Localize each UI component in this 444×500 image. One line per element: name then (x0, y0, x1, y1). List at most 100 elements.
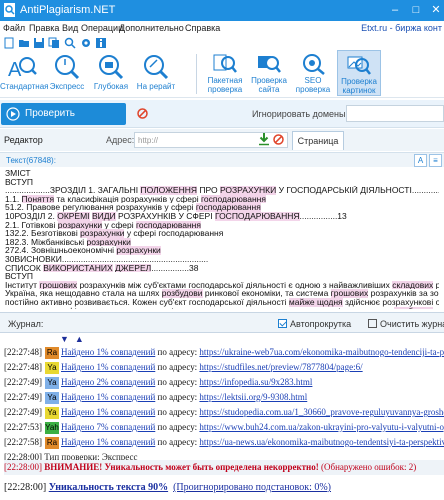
info-icon[interactable] (95, 37, 107, 49)
match-percent-link[interactable]: Найдено 1% совпадений (61, 392, 155, 402)
source-url-link[interactable]: https://lektsii.org/9-9308.html (199, 392, 307, 402)
uniqueness-result-link[interactable]: Уникальность текста 90% (49, 482, 168, 493)
tab-page[interactable]: Страница (292, 131, 344, 150)
source-url-link[interactable]: https://infopedia.su/9x283.html (199, 377, 312, 387)
text-segment: ринкової економіки, та система (202, 289, 331, 298)
match-percent-link[interactable]: Найдено 1% совпадений (61, 347, 155, 357)
text-segment: 182.3. Міжбанківські (5, 237, 87, 247)
ignore-domains-input[interactable] (346, 105, 444, 122)
document-text-area[interactable]: ЗМІСТ ВСТУП ...................ЗРОЗДІЛ 1. … (0, 168, 444, 309)
zoom-icon[interactable] (64, 37, 76, 49)
download-icon[interactable] (258, 132, 270, 146)
menu-bar: Файл Правка Вид Операции Дополнительно С… (0, 21, 444, 36)
cancel-load-icon[interactable] (273, 134, 284, 145)
menu-edit[interactable]: Правка (29, 23, 59, 33)
image-check-label-2: картинок (342, 86, 376, 95)
gear-icon[interactable] (80, 37, 92, 49)
journal-entry: [22:27:49] Ya Найдено 1% совпадений по адр… (4, 390, 307, 404)
site-check-button[interactable]: Проверка сайта (249, 50, 289, 96)
text-segment: у сфері господарювання (124, 229, 224, 238)
match-percent-link[interactable]: Найдено 7% совпадений (61, 422, 155, 432)
save-icon[interactable] (33, 37, 45, 49)
mode-standard-button[interactable]: A Стандартная (0, 50, 48, 96)
source-url-link[interactable]: https://studfiles.net/preview/7877804/pa… (199, 362, 362, 372)
document-line: 30ВИСНОВКИ..............................… (5, 255, 439, 264)
seo-check-button[interactable]: SEO проверка (293, 50, 333, 96)
new-file-icon[interactable] (3, 37, 15, 49)
mode-rewrite-label: На рерайт (136, 82, 176, 91)
document-line: Україна, яка нещодавно стала на шлях роз… (5, 289, 439, 298)
match-percent-link[interactable]: Найдено 1% совпадений (61, 407, 155, 417)
match-percent-link[interactable]: Найдено 2% совпадений (61, 377, 155, 387)
search-engine-badge: Ya (45, 362, 59, 374)
clear-journal-button[interactable]: Очистить журнал (368, 319, 444, 329)
seo-check-label-1: SEO (304, 76, 322, 85)
batch-check-button[interactable]: Пакетная проверка (205, 50, 245, 96)
text-segment: СПИСОК (5, 263, 44, 273)
text-segment: 2.1. Готівкові (5, 220, 58, 230)
etxt-link[interactable]: Etxt.ru - биржа конт (361, 23, 442, 33)
ignored-substitutions-link[interactable]: (Проигнорировано подстановок: 0%) (173, 482, 331, 493)
document-line: 182.3. Міжбанківські розрахунки (5, 237, 439, 247)
entry-time: [22:27:49] (4, 392, 42, 402)
address-text: по адресу: (155, 437, 200, 447)
mode-rewrite-button[interactable]: На рерайт (134, 50, 178, 96)
autoscroll-checkbox[interactable]: Автопрокрутка (278, 319, 351, 329)
ignore-domains-label: Игнорировать домены: (252, 109, 348, 119)
menu-help[interactable]: Справка (185, 23, 220, 33)
source-url-link[interactable]: https://studopedia.com.ua/1_30660_pravov… (199, 407, 444, 417)
highlighted-match: ОКРЕМІ (57, 211, 90, 221)
menu-view[interactable]: Вид (62, 23, 78, 33)
document-line: ...................ЗРОЗДІЛ 1. ЗАГАЛЬНІ П… (5, 186, 439, 195)
title-bar: AntiPlagiarism.NET – □ ✕ (0, 0, 444, 21)
text-segment: 1.1. (5, 194, 22, 204)
source-url-link[interactable]: https://www.buh24.com.ua/zakon-ukrayini-… (199, 422, 444, 432)
mode-deep-button[interactable]: Глубокая (90, 50, 132, 96)
search-engine-badge: Yah (45, 422, 59, 434)
close-button[interactable]: ✕ (425, 0, 444, 21)
open-folder-icon[interactable] (18, 37, 30, 49)
menu-operations[interactable]: Операции (81, 23, 123, 33)
journal-log: ▼▲ [22:27:48] Ra Найдено 1% совпадений по … (0, 333, 444, 500)
source-url-link[interactable]: https://ua-news.ua/ekonomika-maibutnogo-… (199, 437, 444, 447)
batch-check-label-1: Пакетная (207, 76, 243, 85)
clear-journal-label: Очистить журнал (380, 319, 444, 329)
image-check-button[interactable]: Проверка картинок (337, 50, 381, 96)
menu-advanced[interactable]: Дополнительно (119, 23, 184, 33)
check-uniqueness-button[interactable]: Проверить уникальность (1, 103, 126, 141)
document-line: 51.2. Правове регулювання розрахунків у … (5, 203, 439, 212)
match-percent-link[interactable]: Найдено 1% совпадений (61, 437, 155, 447)
entry-time: [22:27:48] (4, 347, 42, 357)
batch-check-label-2: проверка (207, 85, 243, 94)
result-line: [22:28:00] Уникальность текста 90% (Прои… (4, 480, 331, 496)
highlighted-match: розбудови (161, 289, 203, 298)
highlighted-match: розрахунки (80, 229, 125, 238)
text-segment: РОЗРАХУНКІВ У СФЕРІ (115, 211, 215, 221)
document-line: контрагентами, фіскальними органами та і… (5, 306, 439, 309)
match-percent-link[interactable]: Найдено 1% совпадений (61, 362, 155, 372)
sort-arrows-icon[interactable]: ▼▲ (60, 334, 90, 344)
action-bar: Проверить уникальность Игнорировать доме… (0, 100, 444, 141)
font-size-icon[interactable]: A (414, 154, 427, 167)
highlighted-match: господарювання (136, 220, 201, 230)
site-check-label-2: сайта (258, 85, 280, 94)
address-text: по адресу: (155, 377, 200, 387)
text-segment: та класифікація розрахунків у сфері (54, 194, 202, 204)
highlighted-match: Поняття (21, 194, 55, 204)
menu-file[interactable]: Файл (3, 23, 25, 33)
maximize-button[interactable]: □ (405, 0, 427, 21)
express-mode-icon (55, 55, 80, 80)
text-align-icon[interactable]: ≡ (429, 154, 442, 167)
window-title: AntiPlagiarism.NET (20, 4, 116, 16)
journal-entry: [22:27:53] Yah Найдено 7% совпадений по ад… (4, 420, 444, 434)
stop-icon[interactable] (137, 108, 148, 119)
entry-time: [22:27:49] (4, 377, 42, 387)
entry-time: [22:27:48] (4, 362, 42, 372)
copy-icon[interactable] (48, 37, 60, 49)
highlighted-match: ГОСПОДАРЮВАННЯ (214, 211, 300, 221)
mode-express-button[interactable]: Экспресс (47, 50, 87, 96)
minimize-button[interactable]: – (384, 0, 406, 21)
source-url-link[interactable]: https://ukraine-web7ua.com/ekonomika-mai… (199, 347, 444, 357)
journal-entry: [22:27:48] Ya Найдено 1% совпадений по адр… (4, 360, 363, 374)
text-segment: здійснює розрахункові операції з (345, 297, 439, 307)
